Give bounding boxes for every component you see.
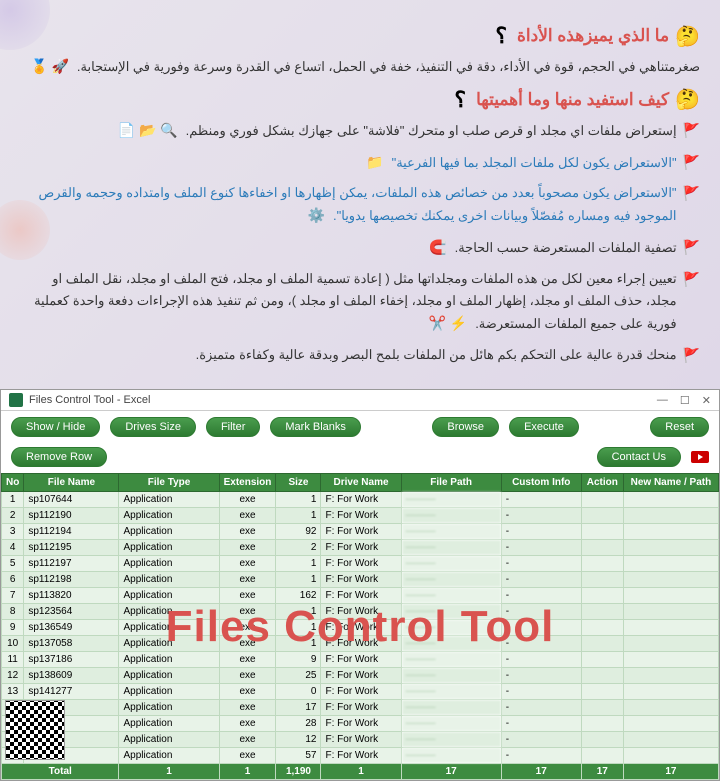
question-mark-icon: ؟ — [495, 23, 507, 49]
close-button[interactable]: ✕ — [702, 394, 711, 407]
bullet-end-icons: ⚡ ✂️ — [429, 315, 472, 331]
bullet-end-icons: ⚙️ — [308, 207, 329, 223]
window-title: Files Control Tool - Excel — [29, 394, 657, 406]
table-row[interactable]: 11sp137186Applicationexe9F: For Work———- — [2, 652, 719, 668]
table-row[interactable]: Applicationexe57F: For Work———- — [2, 748, 719, 764]
browse-button[interactable]: Browse — [432, 417, 499, 437]
table-row[interactable]: 2sp112190Applicationexe1F: For Work———- — [2, 508, 719, 524]
bullet-item: 🚩 "الاستعراض يكون لكل ملفات المجلد بما في… — [20, 151, 700, 179]
bullet-item: 🚩 تعيين إجراء معين لكل من هذه الملفات ومج… — [20, 268, 700, 340]
promo-section: 🤔 ما الذي يميزهذه الأداة ؟ صغرمتناهي في … — [0, 0, 720, 389]
youtube-icon[interactable] — [691, 451, 709, 463]
table-row[interactable]: 1sp107644Applicationexe1F: For Work———- — [2, 492, 719, 508]
window-controls: — ☐ ✕ — [657, 394, 711, 407]
execute-button[interactable]: Execute — [509, 417, 579, 437]
table-row[interactable]: 7sp113820Applicationexe162F: For Work———… — [2, 588, 719, 604]
bullet-item: 🚩 إستعراض ملفات اي مجلد او قرص صلب او متح… — [20, 119, 700, 147]
bullet-text: إستعراض ملفات اي مجلد او قرص صلب او متحر… — [118, 119, 677, 143]
table-row[interactable]: Applicationexe17F: For Work———- — [2, 700, 719, 716]
title-bar: Files Control Tool - Excel — ☐ ✕ — [1, 390, 719, 411]
reset-button[interactable]: Reset — [650, 417, 709, 437]
qr-code — [5, 700, 65, 760]
flag-icon: 🚩 — [683, 185, 700, 202]
table-row[interactable]: 4sp112195Applicationexe2F: For Work———- — [2, 540, 719, 556]
table-row[interactable]: 3sp112194Applicationexe92F: For Work———- — [2, 524, 719, 540]
excel-icon — [9, 393, 23, 407]
table-row[interactable]: 10sp137058Applicationexe1F: For Work———- — [2, 636, 719, 652]
col-size[interactable]: Size — [276, 474, 321, 492]
thinking-icon: 🤔 — [675, 87, 700, 112]
filter-button[interactable]: Filter — [206, 417, 260, 437]
bullet-text: "الاستعراض يكون لكل ملفات المجلد بما فيه… — [366, 151, 676, 175]
question-mark-icon: ؟ — [454, 87, 466, 113]
bullet-end-icons: 📁 — [366, 154, 387, 170]
col-extension[interactable]: Extension — [219, 474, 276, 492]
data-grid[interactable]: No File Name File Type Extension Size Dr… — [1, 473, 719, 780]
col-drivename[interactable]: Drive Name — [321, 474, 401, 492]
section-title-1: 🤔 ما الذي يميزهذه الأداة ؟ — [20, 23, 700, 49]
title-2-text: كيف استفيد منها وما أهميتها — [476, 90, 669, 110]
grid-wrap: Files Control Tool No File Name File Typ… — [1, 473, 719, 780]
bullet-end-icons: 🧲 — [429, 239, 450, 255]
contact-us-button[interactable]: Contact Us — [597, 447, 681, 467]
flag-icon: 🚩 — [683, 122, 700, 139]
bullet-text: تصفية الملفات المستعرضة حسب الحاجة. 🧲 — [429, 236, 676, 260]
toolbar: Show / Hide Drives Size Filter Mark Blan… — [1, 411, 719, 473]
show-hide-button[interactable]: Show / Hide — [11, 417, 100, 437]
bullet-text: منحك قدرة عالية على التحكم بكم هائل من ا… — [196, 344, 677, 366]
table-row[interactable]: 8sp123564Applicationexe1F: For Work———- — [2, 604, 719, 620]
col-no[interactable]: No — [2, 474, 24, 492]
bullet-end-icons: 🔍 📂 📄 — [118, 122, 182, 138]
bullet-text: تعيين إجراء معين لكل من هذه الملفات ومجل… — [20, 268, 677, 336]
bullets-list: 🚩 إستعراض ملفات اي مجلد او قرص صلب او متح… — [20, 119, 700, 370]
table-row[interactable]: Applicationexe28F: For Work———- — [2, 716, 719, 732]
app-window: Files Control Tool - Excel — ☐ ✕ Show / … — [0, 389, 720, 781]
bullet-item: 🚩 منحك قدرة عالية على التحكم بكم هائل من … — [20, 344, 700, 370]
table-row[interactable]: 5sp112197Applicationexe1F: For Work———- — [2, 556, 719, 572]
col-filename[interactable]: File Name — [24, 474, 119, 492]
col-filepath[interactable]: File Path — [401, 474, 501, 492]
minimize-button[interactable]: — — [657, 394, 668, 407]
total-label: Total — [2, 764, 119, 780]
col-custominfo[interactable]: Custom Info — [501, 474, 581, 492]
flag-icon: 🚩 — [683, 239, 700, 256]
maximize-button[interactable]: ☐ — [680, 394, 690, 407]
rocket-medal-icons: 🚀 🏅 — [31, 58, 70, 74]
bullet-item: 🚩 "الاستعراض يكون مصحوباً بعدد من خصائص ه… — [20, 182, 700, 232]
drives-size-button[interactable]: Drives Size — [110, 417, 196, 437]
totals-row: Total 1 1 1,190 1 17 17 17 17 — [2, 764, 719, 780]
table-row[interactable]: 9sp136549Applicationexe1F: For Work———- — [2, 620, 719, 636]
flag-icon: 🚩 — [683, 347, 700, 364]
section-title-2: 🤔 كيف استفيد منها وما أهميتها ؟ — [20, 87, 700, 113]
thinking-icon: 🤔 — [675, 24, 700, 49]
col-filetype[interactable]: File Type — [119, 474, 219, 492]
table-row[interactable]: 6sp112198Applicationexe1F: For Work———- — [2, 572, 719, 588]
title-1-text: ما الذي يميزهذه الأداة — [517, 26, 669, 46]
flag-icon: 🚩 — [683, 154, 700, 171]
bullet-text: "الاستعراض يكون مصحوباً بعدد من خصائص هذ… — [20, 182, 677, 228]
header-row: No File Name File Type Extension Size Dr… — [2, 474, 719, 492]
mark-blanks-button[interactable]: Mark Blanks — [270, 417, 361, 437]
col-action[interactable]: Action — [581, 474, 623, 492]
table-row[interactable]: 13sp141277Applicationexe0F: For Work———- — [2, 684, 719, 700]
table-row[interactable]: 12sp138609Applicationexe25F: For Work———… — [2, 668, 719, 684]
promo-line-1: صغرمتناهي في الحجم، قوة في الأداء، دقة ف… — [20, 55, 700, 79]
col-newname[interactable]: New Name / Path — [623, 474, 718, 492]
flag-icon: 🚩 — [683, 271, 700, 288]
table-row[interactable]: Applicationexe12F: For Work———- — [2, 732, 719, 748]
bullet-item: 🚩 تصفية الملفات المستعرضة حسب الحاجة. 🧲 — [20, 236, 700, 264]
remove-row-button[interactable]: Remove Row — [11, 447, 107, 467]
